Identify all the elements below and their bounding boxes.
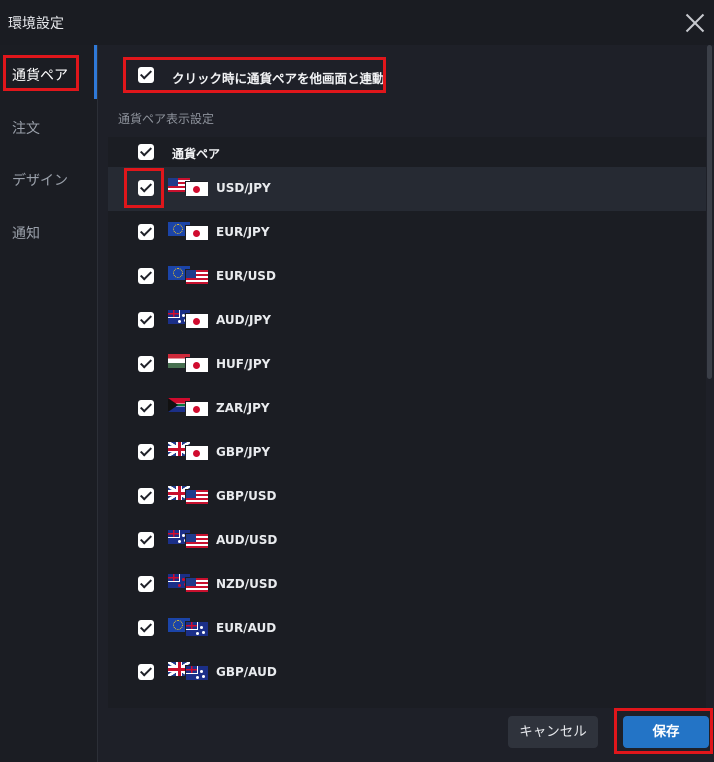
cancel-button[interactable]: キャンセル [508, 716, 598, 748]
list-item-zar-jpy[interactable]: ZAR/JPY [108, 387, 706, 431]
list-item-gbp-usd[interactable]: GBP/USD [108, 475, 706, 519]
pair-flags [168, 574, 208, 592]
sidebar: 通貨ペア 注文 デザイン 通知 [0, 45, 98, 762]
list-item-aud-usd[interactable]: AUD/USD [108, 519, 706, 563]
jp-flag-icon [186, 314, 208, 328]
sidebar-item-design[interactable]: デザイン [12, 170, 68, 190]
pair-flags [168, 398, 208, 416]
au-flag-icon [186, 666, 208, 680]
pair-label: HUF/JPY [216, 357, 271, 371]
save-button[interactable]: 保存 [623, 716, 709, 748]
pair-checkbox[interactable] [138, 312, 154, 328]
pair-label: EUR/AUD [216, 621, 277, 635]
list-item-gbp-aud[interactable]: GBP/AUD [108, 651, 706, 695]
pair-checkbox[interactable] [138, 664, 154, 680]
list-header-label: 通貨ペア [172, 147, 221, 161]
pair-label: GBP/AUD [216, 665, 277, 679]
list-item-aud-jpy[interactable]: AUD/JPY [108, 299, 706, 343]
sidebar-active-indicator [94, 45, 97, 99]
list-item-gbp-jpy[interactable]: GBP/JPY [108, 431, 706, 475]
pair-flags [168, 266, 208, 284]
jp-flag-icon [186, 226, 208, 240]
sync-checkbox[interactable] [138, 67, 154, 83]
pair-checkbox[interactable] [138, 400, 154, 416]
pair-flags [168, 310, 208, 328]
close-icon[interactable] [684, 12, 706, 34]
sidebar-item-notification[interactable]: 通知 [12, 223, 40, 243]
pair-label: EUR/USD [216, 269, 276, 283]
pair-checkbox[interactable] [138, 268, 154, 284]
pair-flags [168, 662, 208, 680]
pair-checkbox[interactable] [138, 180, 154, 196]
sync-option-label: クリック時に通貨ペアを他画面と連動 [172, 71, 385, 86]
list-header: 通貨ペア [108, 137, 706, 167]
pair-flags [168, 486, 208, 504]
pair-label: GBP/JPY [216, 445, 271, 459]
pair-checkbox[interactable] [138, 444, 154, 460]
us-flag-icon [186, 534, 208, 548]
list-item-eur-aud[interactable]: EUR/AUD [108, 607, 706, 651]
pair-checkbox[interactable] [138, 576, 154, 592]
scrollbar-thumb[interactable] [707, 45, 712, 379]
pair-label: EUR/JPY [216, 225, 270, 239]
jp-flag-icon [186, 402, 208, 416]
us-flag-icon [186, 270, 208, 284]
pair-checkbox[interactable] [138, 356, 154, 372]
pair-flags [168, 442, 208, 460]
pair-label: GBP/USD [216, 489, 277, 503]
pair-label: AUD/USD [216, 533, 278, 547]
pair-flags [168, 354, 208, 372]
us-flag-icon [186, 490, 208, 504]
pair-checkbox[interactable] [138, 620, 154, 636]
dialog-title: 環境設定 [8, 16, 64, 32]
pair-flags [168, 618, 208, 636]
sidebar-item-order[interactable]: 注文 [12, 118, 40, 138]
pair-label: AUD/JPY [216, 313, 271, 327]
pair-flags [168, 530, 208, 548]
section-title: 通貨ペア表示設定 [118, 112, 215, 126]
us-flag-icon [186, 578, 208, 592]
jp-flag-icon [186, 446, 208, 460]
pair-flags [168, 178, 208, 196]
pair-label: NZD/USD [216, 577, 278, 591]
pair-label: USD/JPY [216, 181, 271, 195]
select-all-checkbox[interactable] [138, 144, 154, 160]
jp-flag-icon [186, 358, 208, 372]
pair-checkbox[interactable] [138, 488, 154, 504]
sidebar-item-currency-pairs[interactable]: 通貨ペア [12, 65, 68, 85]
list-item-eur-jpy[interactable]: EUR/JPY [108, 211, 706, 255]
pair-label: ZAR/JPY [216, 401, 270, 415]
pair-checkbox[interactable] [138, 532, 154, 548]
list-item-usd-jpy[interactable]: USD/JPY [108, 167, 706, 211]
currency-pair-list: 通貨ペア USD/JPY EUR/JPY EUR/USD AUD/JPY HUF/JPY… [108, 137, 706, 708]
jp-flag-icon [186, 182, 208, 196]
list-item-eur-usd[interactable]: EUR/USD [108, 255, 706, 299]
au-flag-icon [186, 622, 208, 636]
list-item-nzd-usd[interactable]: NZD/USD [108, 563, 706, 607]
pair-checkbox[interactable] [138, 224, 154, 240]
title-bar: 環境設定 [0, 0, 714, 45]
list-item-huf-jpy[interactable]: HUF/JPY [108, 343, 706, 387]
pair-flags [168, 222, 208, 240]
